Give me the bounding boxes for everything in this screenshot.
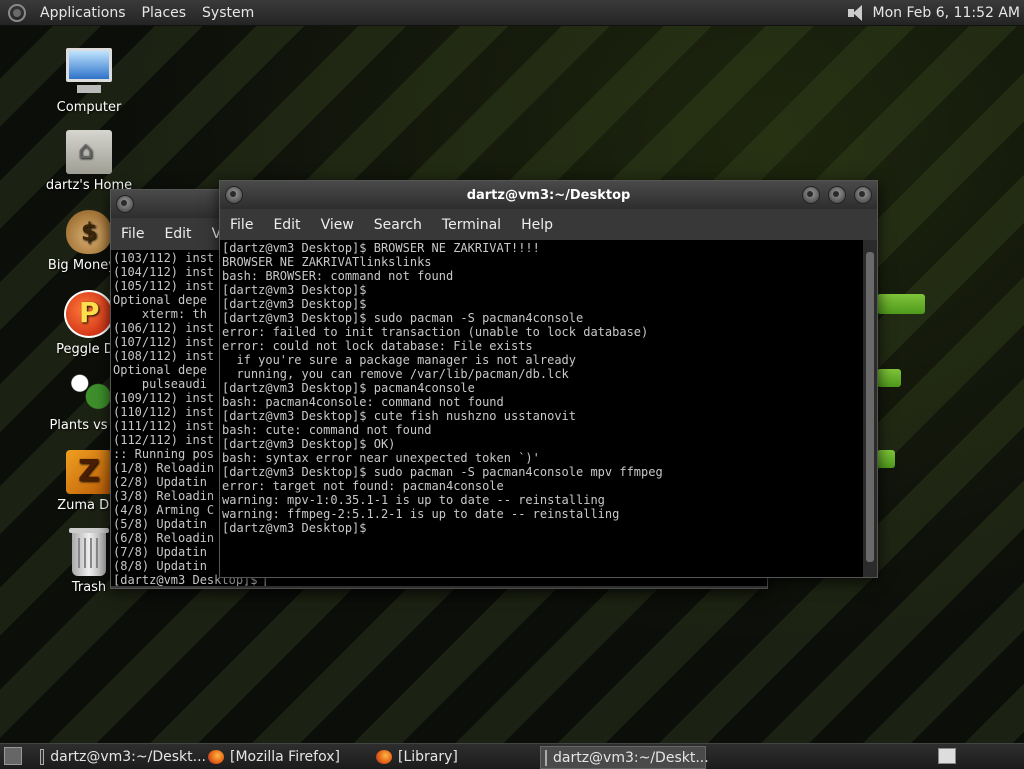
terminal-line: running, you can remove /var/lib/pacman/…	[222, 367, 569, 381]
show-desktop-icon[interactable]	[4, 747, 22, 765]
workspace-switcher[interactable]	[938, 748, 956, 764]
menu-system[interactable]: System	[194, 5, 262, 21]
computer-icon	[66, 48, 112, 93]
terminal-icon	[545, 749, 547, 766]
terminal-line: if you're sure a package manager is not …	[222, 353, 577, 367]
menubar: File Edit View Search Terminal Help	[220, 209, 877, 240]
big-money-icon	[66, 210, 112, 254]
terminal-line: error: could not lock database: File exi…	[222, 339, 533, 353]
window-titlebar[interactable]: dartz@vm3:~/Desktop	[220, 181, 877, 209]
green-decoration	[877, 369, 901, 387]
terminal-line: [dartz@vm3 Desktop]$ sudo pacman -S pacm…	[222, 311, 584, 325]
taskbar-label: dartz@vm3:~/Deskt...	[50, 748, 206, 765]
terminal-line: warning: ffmpeg-2:5.1.2-1 is up to date …	[222, 507, 620, 521]
menu-view[interactable]: View	[311, 217, 364, 233]
terminal-line: [dartz@vm3 Desktop]$	[222, 521, 367, 535]
distro-logo-icon[interactable]	[8, 3, 26, 22]
home-folder-icon	[66, 130, 112, 174]
terminal-line: [dartz@vm3 Desktop]$ cute fish nushzno u…	[222, 409, 577, 423]
menu-edit[interactable]: Edit	[263, 217, 310, 233]
terminal-line: [dartz@vm3 Desktop]$ sudo pacman -S pacm…	[222, 465, 663, 479]
zuma-icon	[66, 450, 112, 494]
taskbar-label: [Mozilla Firefox]	[230, 748, 340, 765]
terminal-line: warning: mpv-1:0.35.1-1 is up to date --…	[222, 493, 605, 507]
terminal-line: [dartz@vm3 Desktop]$ BROWSER NE ZAKRIVAT…	[222, 241, 540, 255]
peggle-icon	[64, 290, 114, 338]
bottom-panel: dartz@vm3:~/Deskt... [Mozilla Firefox] […	[0, 743, 1024, 769]
menu-applications[interactable]: Applications	[32, 5, 134, 21]
terminal-line: BROWSER NE ZAKRIVATlinkslinks	[222, 255, 432, 269]
maximize-button[interactable]	[828, 186, 846, 204]
terminal-line: bash: cute: command not found	[222, 423, 432, 437]
menu-places[interactable]: Places	[134, 5, 195, 21]
taskbar-label: dartz@vm3:~/Deskt...	[553, 749, 709, 766]
terminal-line: bash: syntax error near unexpected token…	[222, 451, 540, 465]
taskbar-item-firefox[interactable]: [Mozilla Firefox]	[204, 746, 372, 767]
menu-file[interactable]: File	[220, 217, 263, 233]
scrollbar-thumb[interactable]	[866, 252, 874, 562]
desktop-icon-home[interactable]: dartz's Home	[34, 130, 144, 193]
window-title: dartz@vm3:~/Desktop	[466, 187, 631, 203]
terminal-line: [dartz@vm3 Desktop]$	[222, 297, 367, 311]
firefox-icon	[208, 749, 224, 764]
clock[interactable]: Mon Feb 6, 11:52 AM	[873, 5, 1020, 21]
terminal-line: bash: pacman4console: command not found	[222, 395, 504, 409]
terminal-line: [dartz@vm3 Desktop]$ OK)	[222, 437, 396, 451]
menu-search[interactable]: Search	[364, 217, 432, 233]
menu-edit[interactable]: Edit	[154, 226, 201, 242]
taskbar-item-terminal-1[interactable]: dartz@vm3:~/Deskt...	[36, 746, 206, 767]
taskbar-item-terminal-2[interactable]: dartz@vm3:~/Deskt...	[540, 746, 709, 769]
menu-file[interactable]: File	[111, 226, 154, 242]
trash-icon	[69, 528, 109, 576]
terminal-output[interactable]: [dartz@vm3 Desktop]$ BROWSER NE ZAKRIVAT…	[220, 240, 863, 577]
terminal-icon	[40, 748, 45, 765]
firefox-icon	[376, 749, 392, 764]
window-menu-button[interactable]	[116, 195, 134, 213]
menu-terminal[interactable]: Terminal	[432, 217, 511, 233]
green-decoration	[877, 294, 925, 314]
window-menu-button[interactable]	[225, 186, 243, 204]
menu-help[interactable]: Help	[511, 217, 563, 233]
scrollbar[interactable]	[863, 240, 877, 577]
plants-vs-zombies-icon	[66, 370, 112, 414]
green-decoration	[877, 450, 895, 468]
close-button[interactable]	[854, 186, 872, 204]
taskbar-item-library[interactable]: [Library]	[372, 746, 540, 767]
minimize-button[interactable]	[802, 186, 820, 204]
terminal-line: [dartz@vm3 Desktop]$	[222, 283, 367, 297]
terminal-line: error: target not found: pacman4console	[222, 479, 504, 493]
terminal-line: error: failed to init transaction (unabl…	[222, 325, 649, 339]
terminal-line: bash: BROWSER: command not found	[222, 269, 454, 283]
desktop-icon-label: Computer	[56, 100, 122, 115]
desktop-icon-computer[interactable]: Computer	[34, 46, 144, 115]
terminal-line: [dartz@vm3 Desktop]$ pacman4console	[222, 381, 475, 395]
front-terminal-window[interactable]: dartz@vm3:~/Desktop File Edit View Searc…	[219, 180, 878, 578]
top-panel: Applications Places System Mon Feb 6, 11…	[0, 0, 1024, 26]
volume-icon[interactable]	[845, 4, 867, 22]
taskbar-label: [Library]	[398, 748, 458, 765]
